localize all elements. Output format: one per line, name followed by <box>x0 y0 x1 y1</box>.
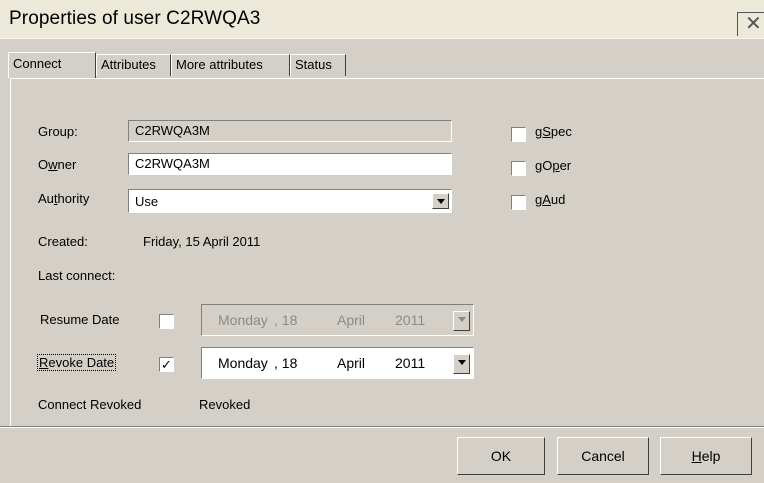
tab-strip: Connect Attributes More attributes Statu… <box>0 52 764 78</box>
created-label: Created: <box>38 234 88 249</box>
resume-date-label: Resume Date <box>40 312 120 327</box>
window-title: Properties of user C2RWQA3 <box>9 8 261 29</box>
authority-value: Use <box>135 194 159 209</box>
group-field: C2RWQA3M <box>128 120 452 142</box>
authority-select[interactable]: Use <box>128 189 452 213</box>
revoke-year[interactable]: 2011 <box>395 355 425 371</box>
authority-label: Authority <box>38 191 90 206</box>
close-icon: ✕ <box>745 13 762 35</box>
chevron-down-icon[interactable] <box>432 193 449 209</box>
resume-month: April <box>337 312 366 328</box>
resume-year: 2011 <box>395 312 426 328</box>
close-button[interactable]: ✕ <box>737 12 764 36</box>
connect-revoked-value: Revoked <box>199 397 251 412</box>
resume-date-checkbox[interactable] <box>159 314 174 329</box>
revoke-weekday[interactable]: Monday <box>218 355 268 371</box>
revoke-day[interactable]: , 18 <box>274 355 297 371</box>
group-label: Group: <box>38 124 78 139</box>
gaud-label: gAud <box>535 192 566 207</box>
gspec-checkbox[interactable] <box>511 127 526 142</box>
tab-more-attributes[interactable]: More attributes <box>171 54 290 76</box>
owner-label: Owner <box>38 157 77 172</box>
ok-button[interactable]: OK <box>457 437 545 475</box>
resume-date-picker: Monday , 18 April 2011 <box>201 304 474 336</box>
revoke-month[interactable]: April <box>337 355 365 371</box>
last-connect-label: Last connect: <box>38 268 116 283</box>
resume-day: , 18 <box>274 312 298 328</box>
resume-weekday: Monday <box>218 312 268 328</box>
tab-status[interactable]: Status <box>290 54 346 76</box>
tab-connect[interactable]: Connect <box>8 52 96 78</box>
tab-attributes[interactable]: Attributes <box>96 54 171 76</box>
connect-revoked-label: Connect Revoked <box>38 397 142 412</box>
chevron-down-icon[interactable] <box>453 354 470 374</box>
owner-input[interactable]: C2RWQA3M <box>128 153 452 175</box>
chevron-down-icon <box>453 311 470 331</box>
goper-checkbox[interactable] <box>511 161 526 176</box>
revoke-date-checkbox[interactable]: ✓ <box>159 357 174 372</box>
button-bar-divider <box>0 426 764 428</box>
revoke-date-picker[interactable]: Monday , 18 April 2011 <box>201 347 474 379</box>
gaud-checkbox[interactable] <box>511 195 526 210</box>
gspec-label: gSpec <box>535 124 572 139</box>
cancel-button[interactable]: Cancel <box>557 437 649 475</box>
help-button[interactable]: Help <box>660 437 752 475</box>
created-value: Friday, 15 April 2011 <box>143 234 261 249</box>
goper-label: gOper <box>535 158 572 173</box>
revoke-date-label: Revoke Date <box>36 354 117 371</box>
